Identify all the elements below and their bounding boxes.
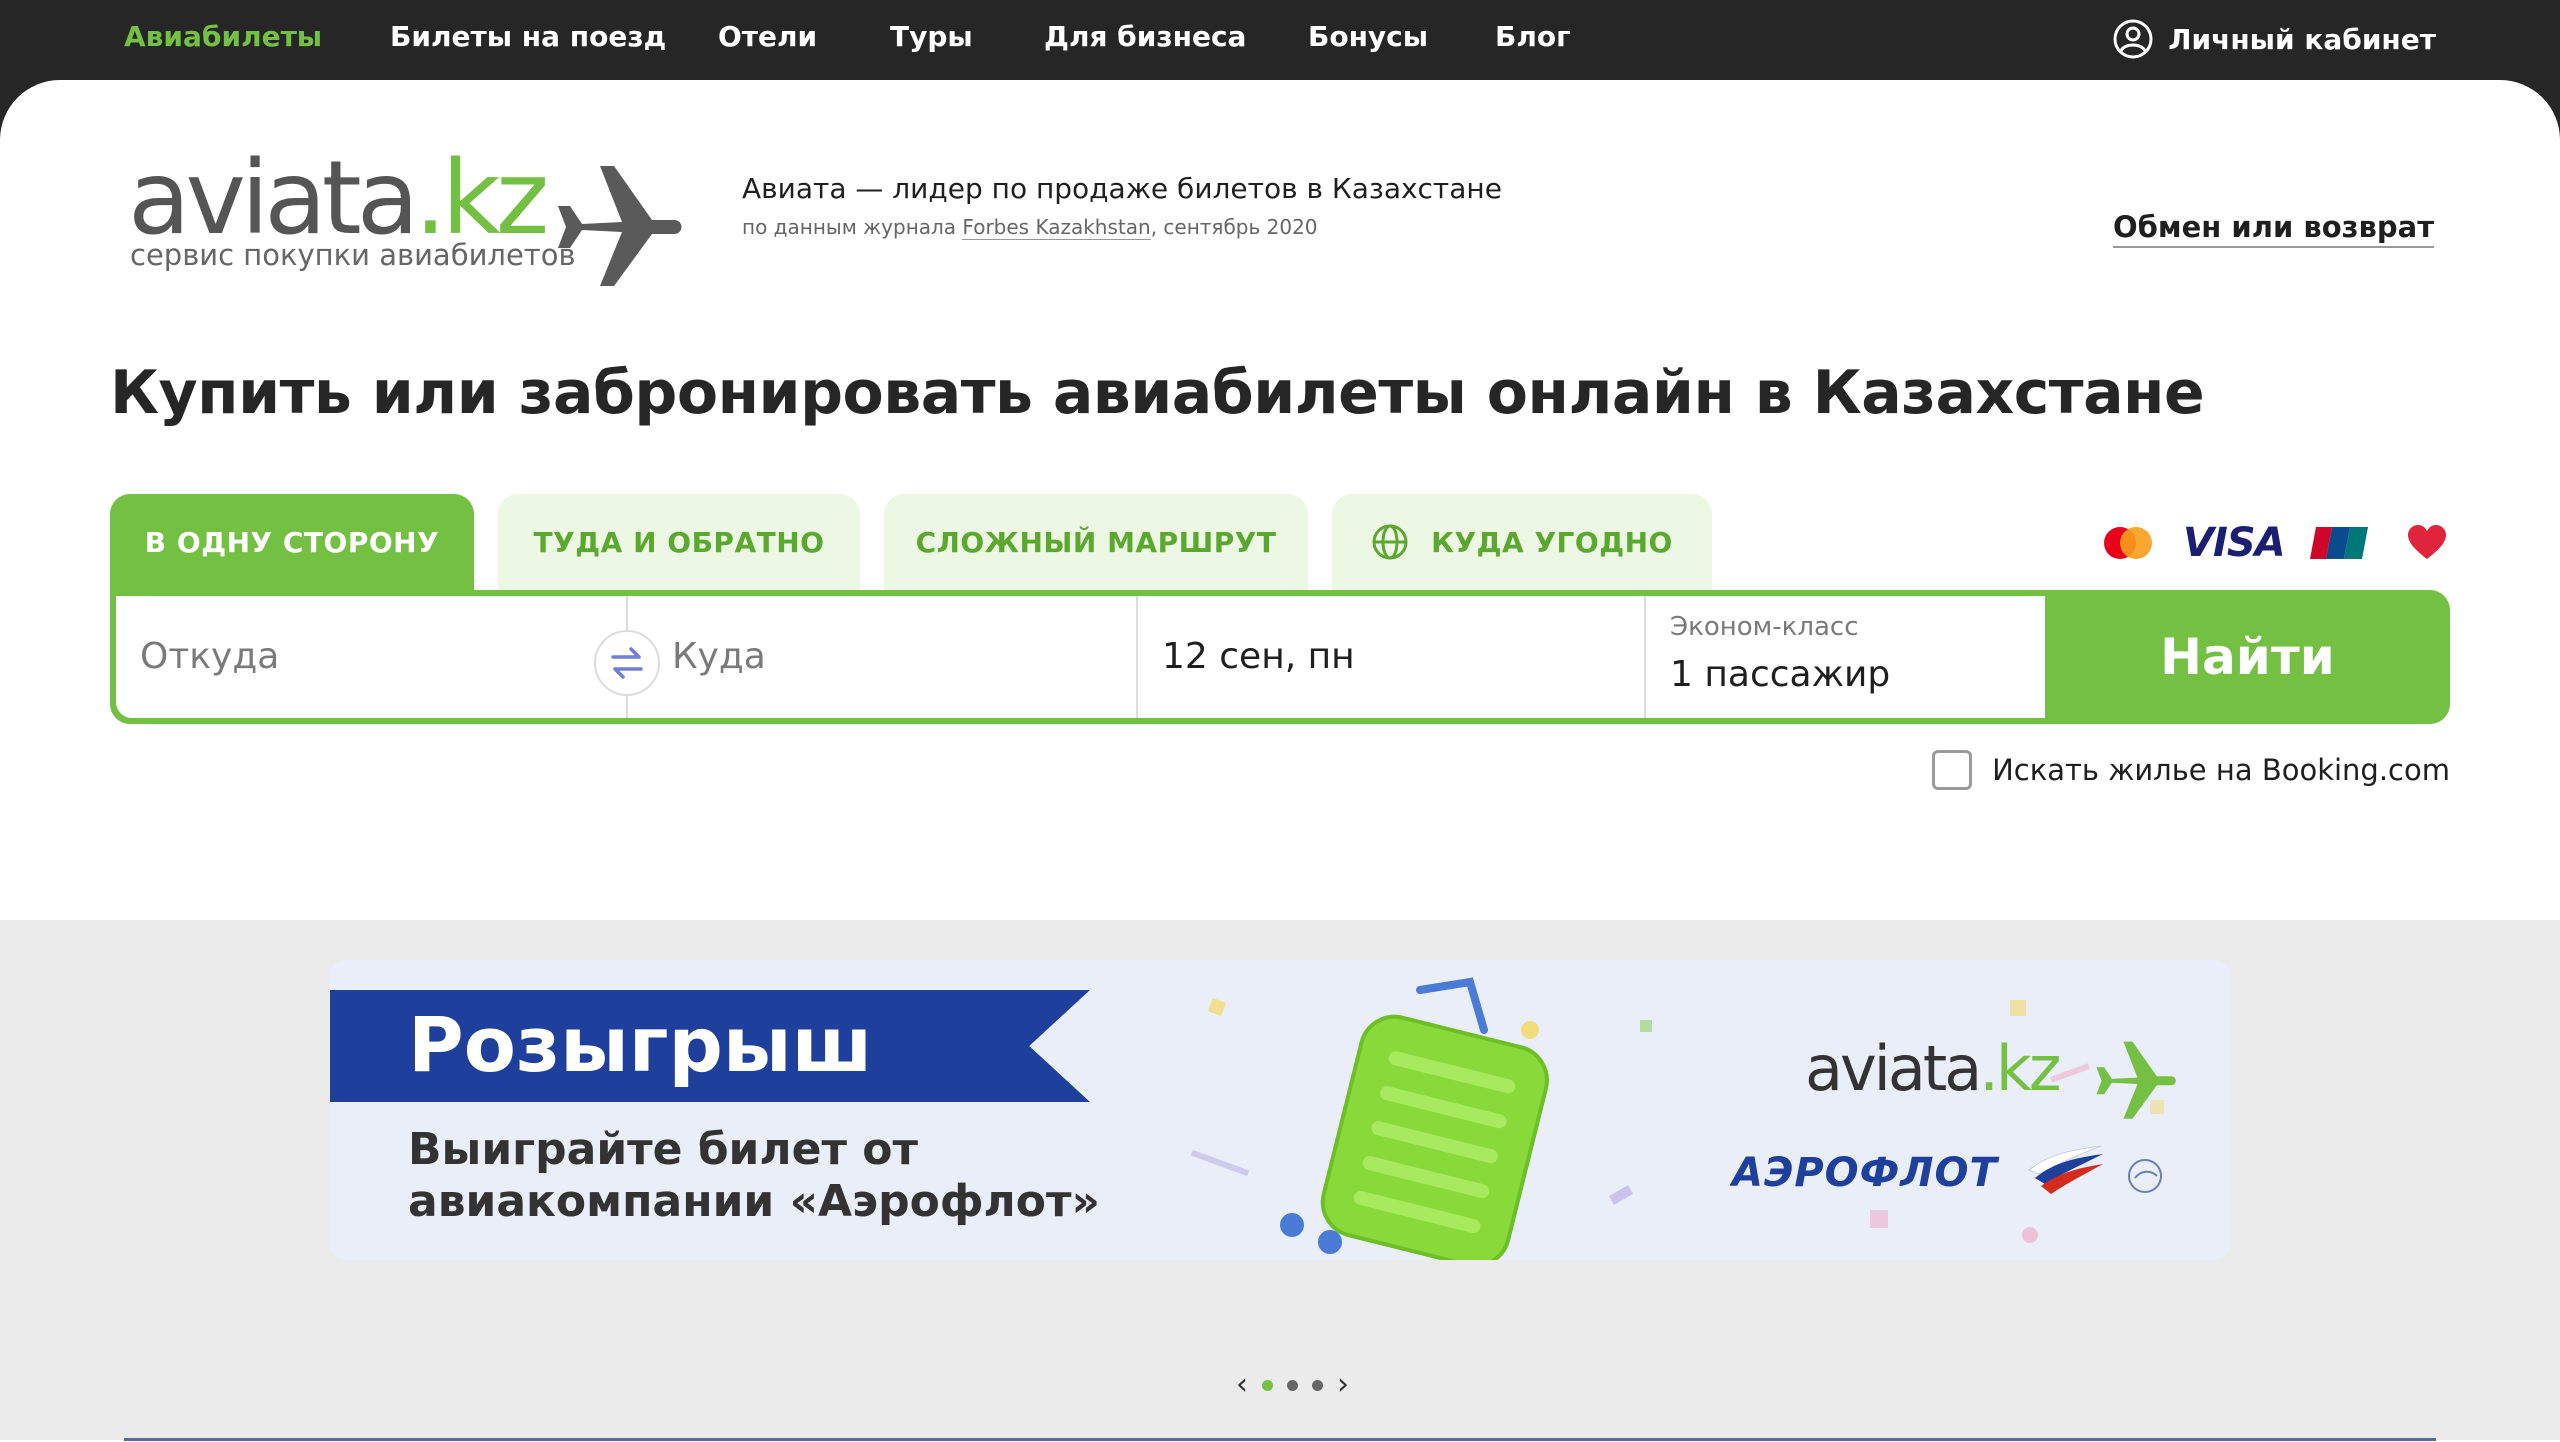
from-field[interactable]: Откуда — [116, 596, 628, 718]
nav-item-trains[interactable]: Билеты на поезд — [390, 20, 666, 53]
unionpay-icon — [2310, 527, 2368, 559]
cabin-class-label: Эконом-класс — [1670, 612, 1859, 642]
nav-item-hotels[interactable]: Отели — [718, 20, 817, 53]
promo-aviata-logo: aviata.kz — [1805, 1032, 2061, 1105]
date-value: 12 сен, пн — [1162, 636, 1355, 677]
booking-checkbox-label: Искать жилье на Booking.com — [1992, 753, 2450, 787]
personal-cabinet-link[interactable]: Личный кабинет — [2112, 18, 2436, 60]
logo-tagline: сервис покупки авиабилетов — [130, 238, 576, 272]
nav-item-bonuses[interactable]: Бонусы — [1308, 20, 1428, 53]
aviata-logo[interactable]: aviata.kz сервис покупки авиабилетов — [128, 148, 688, 298]
promo-ribbon: Розыгрыш — [330, 990, 1090, 1102]
exchange-refund-link[interactable]: Обмен или возврат — [2113, 210, 2434, 248]
promo-ribbon-title: Розыгрыш — [408, 1000, 873, 1089]
booking-checkbox[interactable] — [1932, 750, 1973, 790]
carousel-next-icon[interactable]: › — [1337, 1370, 1349, 1400]
from-placeholder: Откуда — [140, 636, 280, 677]
aeroflot-flag-icon — [2028, 1145, 2103, 1194]
search-fields: Откуда Куда 12 сен, пн Эконом-класс 1 па… — [116, 596, 2045, 718]
tab-anywhere[interactable]: КУДА УГОДНО — [1332, 494, 1712, 590]
tab-round-trip[interactable]: ТУДА И ОБРАТНО — [498, 494, 860, 590]
nav-item-blog[interactable]: Блог — [1495, 20, 1571, 53]
forbes-link[interactable]: Forbes Kazakhstan — [962, 215, 1151, 240]
page-title: Купить или забронировать авиабилеты онла… — [110, 358, 2205, 428]
leader-claim-source: по данным журнала Forbes Kazakhstan, сен… — [742, 215, 1318, 240]
mastercard-icon — [2104, 527, 2152, 559]
find-button[interactable]: Найти — [2045, 590, 2450, 724]
carousel-dot[interactable] — [1262, 1379, 1273, 1391]
promo-banner[interactable]: Розыгрыш Выиграйте билет от авиакомпании… — [330, 960, 2230, 1260]
leader-claim: Авиата — лидер по продаже билетов в Каза… — [742, 172, 1502, 240]
carousel-controls: ‹ › — [1236, 1370, 1349, 1400]
to-field[interactable]: Куда — [628, 596, 1138, 718]
nav-item-business[interactable]: Для бизнеса — [1044, 20, 1246, 53]
flight-search-form: Откуда Куда 12 сен, пн Эконом-класс 1 па… — [110, 590, 2450, 724]
promo-subtitle: Выиграйте билет от авиакомпании «Аэрофло… — [408, 1124, 1100, 1227]
skyteam-icon — [2128, 1159, 2162, 1193]
logo-wordmark: aviata.kz — [128, 139, 549, 258]
airplane-icon — [558, 166, 682, 286]
user-circle-icon — [2113, 19, 2153, 59]
suitcase-icon — [1280, 977, 1549, 1260]
leader-claim-title: Авиата — лидер по продаже билетов в Каза… — [742, 172, 1502, 205]
section-divider — [124, 1438, 2436, 1441]
nav-item-tours[interactable]: Туры — [890, 20, 973, 53]
top-navigation: Авиабилеты Билеты на поезд Отели Туры Дл… — [0, 0, 2560, 80]
globe-icon — [1372, 524, 1408, 560]
cabinet-label: Личный кабинет — [2168, 22, 2436, 56]
carousel-dot[interactable] — [1287, 1379, 1298, 1391]
passengers-value: 1 пассажир — [1670, 654, 1891, 695]
promo-section: Розыгрыш Выиграйте билет от авиакомпании… — [0, 920, 2560, 1440]
visa-icon: VISA — [2183, 520, 2286, 566]
promo-airplane-icon — [2096, 1041, 2176, 1119]
tab-complex-route[interactable]: СЛОЖНЫЙ МАРШРУТ — [884, 494, 1308, 590]
date-field[interactable]: 12 сен, пн — [1138, 596, 1646, 718]
nav-item-avia[interactable]: Авиабилеты — [124, 20, 322, 53]
passengers-field[interactable]: Эконом-класс 1 пассажир — [1646, 596, 2045, 718]
carousel-prev-icon[interactable]: ‹ — [1236, 1370, 1248, 1400]
aeroflot-logo: АЭРОФЛОТ — [1732, 1150, 1998, 1196]
booking-checkbox-row[interactable]: Искать жилье на Booking.com — [1932, 750, 2450, 790]
carousel-dot[interactable] — [1312, 1379, 1323, 1391]
heart-icon — [2408, 525, 2446, 559]
main-page: aviata.kz сервис покупки авиабилетов Ави… — [0, 80, 2560, 1442]
to-placeholder: Куда — [672, 636, 766, 677]
tab-one-way[interactable]: В ОДНУ СТОРОНУ — [110, 494, 474, 590]
